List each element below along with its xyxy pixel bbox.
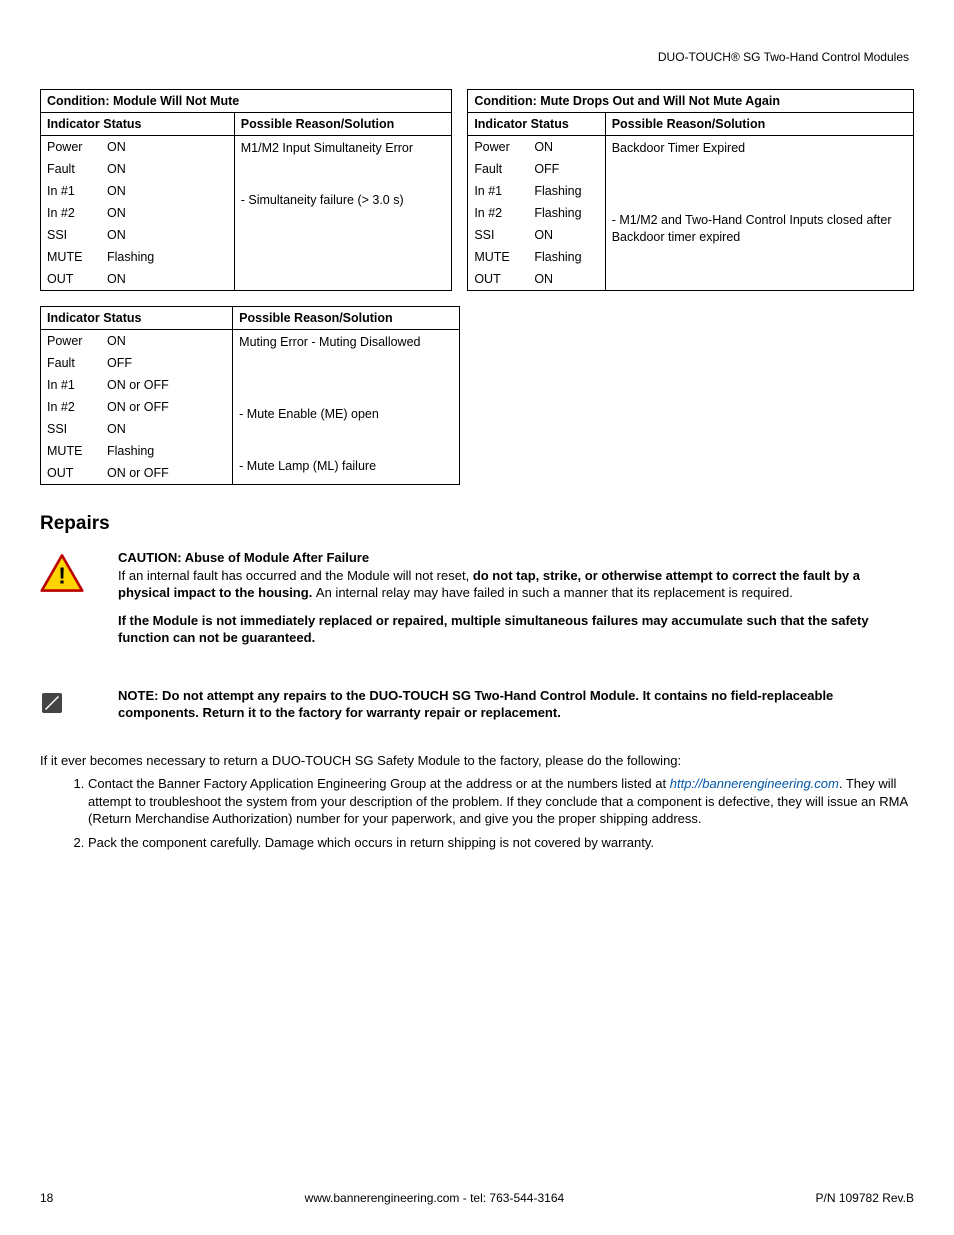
table-row: SSION: [468, 224, 604, 246]
t1-reason1: M1/M2 Input Simultaneity Error: [241, 140, 446, 157]
table-mute-will-not: Condition: Module Will Not Mute Indicato…: [40, 89, 452, 291]
page-footer: 18 www.bannerengineering.com - tel: 763-…: [40, 1191, 914, 1205]
note-body: NOTE: Do not attempt any repairs to the …: [118, 687, 914, 732]
table-row: In #1Flashing: [468, 180, 604, 202]
caution-p1a: If an internal fault has occurred and th…: [118, 568, 473, 583]
caution-body: CAUTION: Abuse of Module After Failure I…: [118, 549, 914, 657]
table-row: MUTEFlashing: [41, 440, 232, 462]
doc-header: DUO-TOUCH® SG Two-Hand Control Modules: [40, 50, 914, 64]
return-intro: If it ever becomes necessary to return a…: [40, 752, 914, 770]
repairs-heading: Repairs: [40, 513, 914, 535]
t3-reason2: - Mute Enable (ME) open: [239, 406, 452, 423]
table-row: PowerON: [41, 330, 232, 352]
banner-link[interactable]: http://bannerengineering.com: [670, 776, 839, 791]
list-item: Pack the component carefully. Damage whi…: [88, 834, 914, 852]
table-row: PowerON: [41, 136, 234, 158]
table-mute-drops-out: Condition: Mute Drops Out and Will Not M…: [467, 89, 914, 291]
list-item: Contact the Banner Factory Application E…: [88, 775, 914, 828]
table-row: PowerON: [468, 136, 604, 158]
t2-hdr-reason: Possible Reason/Solution: [605, 113, 913, 136]
caution-p2: If the Module is not immediately replace…: [118, 612, 914, 647]
table-row: FaultON: [41, 158, 234, 180]
footer-right: P/N 109782 Rev.B: [815, 1191, 914, 1205]
table-row: OUTON: [468, 268, 604, 290]
t1-condition: Condition: Module Will Not Mute: [41, 90, 452, 113]
t2-hdr-indicator: Indicator Status: [468, 113, 605, 136]
t2-reason2: - M1/M2 and Two-Hand Control Inputs clos…: [612, 212, 907, 246]
table-muting-error: Indicator Status Possible Reason/Solutio…: [40, 306, 460, 485]
caution-icon: !: [40, 549, 90, 596]
t3-hdr-indicator: Indicator Status: [41, 307, 233, 330]
table-row: OUTON: [41, 268, 234, 290]
t1-hdr-indicator: Indicator Status: [41, 113, 235, 136]
footer-center: www.bannerengineering.com - tel: 763-544…: [305, 1191, 565, 1205]
note-icon: [40, 687, 90, 718]
table-row: FaultOFF: [468, 158, 604, 180]
table-row: MUTEFlashing: [41, 246, 234, 268]
table-row: In #1ON: [41, 180, 234, 202]
t2-condition: Condition: Mute Drops Out and Will Not M…: [468, 90, 914, 113]
svg-text:!: !: [58, 563, 66, 589]
table-row: MUTEFlashing: [468, 246, 604, 268]
table-row: In #2ON or OFF: [41, 396, 232, 418]
t3-reason1: Muting Error - Muting Disallowed: [239, 334, 452, 351]
footer-page: 18: [40, 1191, 53, 1205]
table-row: In #1ON or OFF: [41, 374, 232, 396]
return-steps: Contact the Banner Factory Application E…: [40, 775, 914, 851]
t1-reason2: - Simultaneity failure (> 3.0 s): [241, 192, 446, 209]
table-row: SSION: [41, 418, 232, 440]
caution-p1c: An internal relay may have failed in suc…: [316, 585, 793, 600]
t3-reason3: - Mute Lamp (ML) failure: [239, 458, 452, 475]
t2-reason1: Backdoor Timer Expired: [612, 140, 907, 157]
table-row: In #2ON: [41, 202, 234, 224]
note-text: NOTE: Do not attempt any repairs to the …: [118, 687, 914, 722]
table-row: In #2Flashing: [468, 202, 604, 224]
table-row: SSION: [41, 224, 234, 246]
t3-hdr-reason: Possible Reason/Solution: [233, 307, 459, 330]
table-row: OUTON or OFF: [41, 462, 232, 484]
t1-hdr-reason: Possible Reason/Solution: [234, 113, 452, 136]
table-row: FaultOFF: [41, 352, 232, 374]
caution-title: CAUTION: Abuse of Module After Failure: [118, 550, 369, 565]
